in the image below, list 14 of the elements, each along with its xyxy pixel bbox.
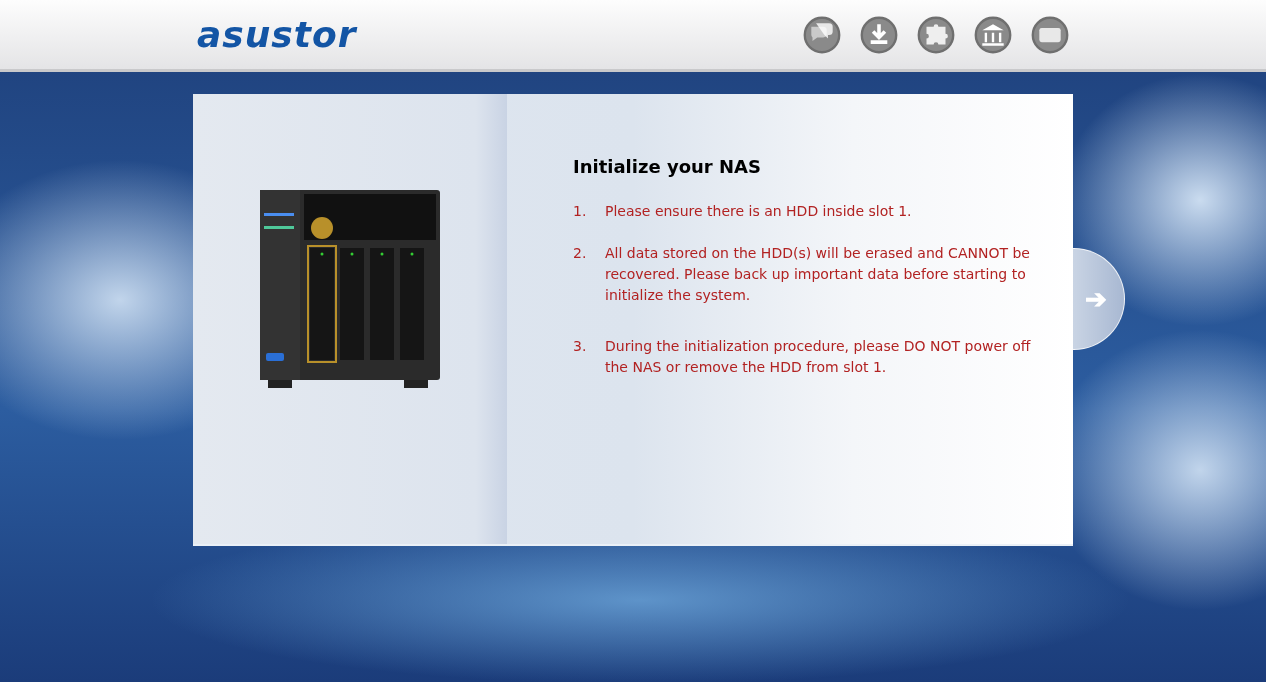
bank-building-icon[interactable] <box>974 15 1012 54</box>
step-number: 3. <box>573 337 588 356</box>
step-number: 2. <box>573 244 588 263</box>
chat-bubbles-icon[interactable] <box>803 15 841 54</box>
next-button[interactable]: ➔ <box>1073 248 1125 350</box>
puzzle-icon[interactable] <box>917 15 955 54</box>
card-icon[interactable] <box>1031 15 1069 54</box>
download-icon[interactable] <box>860 15 898 54</box>
logo: asustor <box>197 14 357 55</box>
step-text: Please ensure there is an HDD inside slot 1. <box>605 202 912 221</box>
page-title: Initialize your NAS <box>573 156 762 177</box>
step-text: All data stored on the HDD(s) will be erased and CANNOT be recovered. Please back up important data before starting to initialize the system. <box>605 244 1031 305</box>
step-number: 1. <box>573 202 588 221</box>
step-text: During the initialization procedure, please DO NOT power off the NAS or remove the HDD from slot 1. <box>605 337 1032 377</box>
